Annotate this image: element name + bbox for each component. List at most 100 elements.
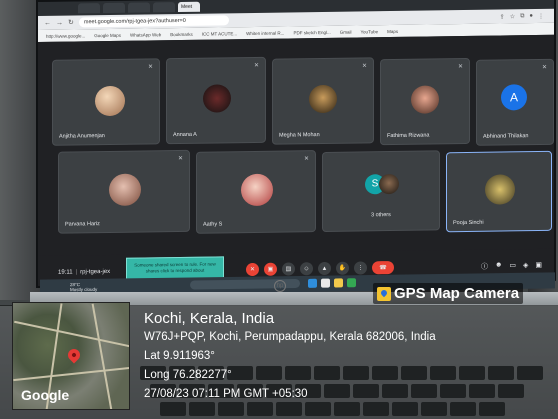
- avatar: A: [501, 84, 527, 111]
- gps-datetime: 27/08/23 07:11 PM GMT +05:30: [144, 388, 308, 400]
- windows-start-icon[interactable]: [308, 278, 317, 288]
- extensions-icon[interactable]: ⧉: [520, 13, 524, 20]
- browser-tab[interactable]: [128, 2, 150, 13]
- gps-city: Kochi, Kerala, India: [144, 310, 275, 327]
- participant-name: Anjitha Anumenjan: [59, 133, 105, 140]
- participant-name: Megha N Mohan: [279, 132, 320, 139]
- participant-name: Annana A: [173, 131, 197, 139]
- participant-name: Aathy S: [203, 221, 223, 228]
- google-logo: Google: [21, 387, 70, 403]
- bookmark-item[interactable]: Gmail: [340, 29, 352, 34]
- bookmark-item[interactable]: YouTube: [360, 29, 378, 34]
- url-input[interactable]: meet.google.com/rpj-tgea-jex?authuser=0: [78, 15, 229, 28]
- participant-tile[interactable]: ✕ Parvana Hariz: [58, 149, 190, 234]
- map-thumbnail: Google: [12, 302, 130, 410]
- mic-off-icon: ✕: [254, 62, 260, 69]
- bookmark-item[interactable]: Maps: [387, 28, 398, 33]
- lock-icon[interactable]: ▣: [535, 261, 542, 271]
- info-icon[interactable]: ⓘ: [481, 262, 488, 272]
- browser-tab[interactable]: [103, 2, 125, 14]
- browser-tab[interactable]: [153, 2, 175, 13]
- gps-longitude: Long 76.282277°: [144, 369, 232, 381]
- end-call-icon[interactable]: ☎: [372, 261, 394, 275]
- participant-tile[interactable]: ✕ Fathima Rizwana: [380, 57, 470, 146]
- browser-tab-meet[interactable]: Meet: [178, 1, 200, 13]
- participant-tile-others[interactable]: S 3 others: [322, 150, 440, 233]
- participant-tile[interactable]: ✕ Annana A: [166, 56, 266, 145]
- avatar: [485, 174, 515, 205]
- share-icon[interactable]: ⇪: [500, 13, 505, 20]
- menu-icon[interactable]: ⋮: [538, 12, 544, 19]
- mic-toggle-icon[interactable]: ✕: [246, 262, 259, 277]
- present-icon[interactable]: ▲: [318, 261, 331, 276]
- participant-tile[interactable]: ✕ Megha N Mohan: [272, 57, 374, 145]
- avatar: [379, 173, 399, 195]
- reactions-icon[interactable]: ☺: [300, 262, 313, 276]
- mic-off-icon: ✕: [148, 64, 154, 71]
- more-options-icon[interactable]: ⋮: [354, 261, 367, 275]
- side-panel-controls: ⓘ ☻ ▭ ◈ ▣: [481, 261, 542, 272]
- hp-logo: hp: [274, 280, 286, 292]
- task-view-icon[interactable]: [321, 278, 330, 288]
- bookmark-item[interactable]: http://www.google...: [46, 33, 85, 39]
- laptop-screen: Meet ← → ↻ meet.google.com/rpj-tgea-jex?…: [36, 0, 556, 289]
- avatar: [203, 84, 231, 113]
- participant-name: Pooja Sinchi: [453, 219, 484, 227]
- chrome-icon[interactable]: [347, 278, 356, 288]
- participant-name: 3 others: [371, 212, 391, 219]
- people-icon[interactable]: ☻: [495, 261, 502, 271]
- bookmark-item[interactable]: Whiten internal R...: [246, 30, 284, 36]
- bookmark-item[interactable]: PDF sketch Engl...: [293, 29, 330, 35]
- avatar: [109, 173, 141, 206]
- raise-hand-icon[interactable]: ✋: [336, 261, 349, 275]
- participant-tile[interactable]: ✕ Anjitha Anumenjan: [52, 58, 160, 146]
- mic-off-icon: ✕: [362, 63, 368, 70]
- forward-icon[interactable]: →: [56, 19, 63, 26]
- map-pin-app-icon: [377, 286, 391, 301]
- activities-icon[interactable]: ◈: [523, 261, 528, 271]
- back-icon[interactable]: ←: [44, 19, 51, 26]
- meet-stage: ✕ Anjitha Anumenjan ✕ Annana A ✕ Megha N…: [38, 34, 554, 289]
- photo-scene: Meet ← → ↻ meet.google.com/rpj-tgea-jex?…: [0, 0, 558, 419]
- meeting-details: 19:11 | rpj-tgea-jex: [58, 268, 111, 276]
- chat-icon[interactable]: ▭: [509, 261, 516, 271]
- reload-icon[interactable]: ↻: [68, 18, 74, 26]
- meeting-code: rpj-tgea-jex: [80, 268, 111, 276]
- bookmark-item[interactable]: Bookmarks: [170, 31, 193, 36]
- bookmark-item[interactable]: ICC MT ACUTE...: [202, 31, 237, 36]
- participant-tile[interactable]: ✕ Aathy S: [196, 150, 316, 234]
- avatar: [95, 85, 125, 117]
- mic-off-icon: ✕: [542, 64, 548, 71]
- participant-tile[interactable]: A ✕ Abhinand Thilakan: [476, 58, 554, 146]
- participant-name: Parvana Hariz: [65, 221, 100, 228]
- gps-camera-badge: GPS Map Camera: [373, 283, 524, 304]
- avatar: [411, 85, 439, 114]
- bookmark-item[interactable]: Google Maps: [94, 32, 121, 37]
- meeting-time: 19:11: [58, 269, 73, 276]
- bookmark-item[interactable]: WhatsApp Web: [130, 32, 161, 37]
- participant-name: Fathima Rizwana: [387, 132, 430, 140]
- gps-app-title: GPS Map Camera: [394, 285, 520, 302]
- mic-off-icon: ✕: [178, 155, 184, 163]
- location-pin-icon: [65, 346, 83, 364]
- avatar: [309, 84, 337, 114]
- background-wall-left: [0, 0, 40, 300]
- mic-off-icon: ✕: [458, 64, 464, 71]
- weather-widget[interactable]: 28°C Mostly cloudy: [70, 282, 97, 292]
- taskbar-apps: [308, 278, 356, 288]
- call-controls: ✕ ▣ ▤ ☺ ▲ ✋ ⋮ ☎: [246, 261, 394, 277]
- profile-icon[interactable]: ●: [529, 13, 533, 20]
- toolbar-icons: ⇪ ☆ ⧉ ● ⋮: [500, 12, 544, 20]
- participant-name: Abhinand Thilakan: [483, 133, 529, 140]
- mic-off-icon: ✕: [304, 156, 310, 163]
- captions-icon[interactable]: ▤: [282, 262, 295, 276]
- star-icon[interactable]: ☆: [510, 13, 515, 20]
- participant-tile-self[interactable]: Pooja Sinchi: [446, 150, 552, 233]
- file-explorer-icon[interactable]: [334, 278, 343, 288]
- camera-toggle-icon[interactable]: ▣: [264, 262, 277, 276]
- gps-latitude: Lat 9.911963°: [144, 350, 215, 362]
- gps-address: W76J+PQP, Kochi, Perumpadappu, Kerala 68…: [144, 331, 436, 343]
- gps-details: Kochi, Kerala, India W76J+PQP, Kochi, Pe…: [144, 310, 436, 404]
- browser-tab[interactable]: [78, 3, 100, 14]
- avatar: [241, 173, 273, 207]
